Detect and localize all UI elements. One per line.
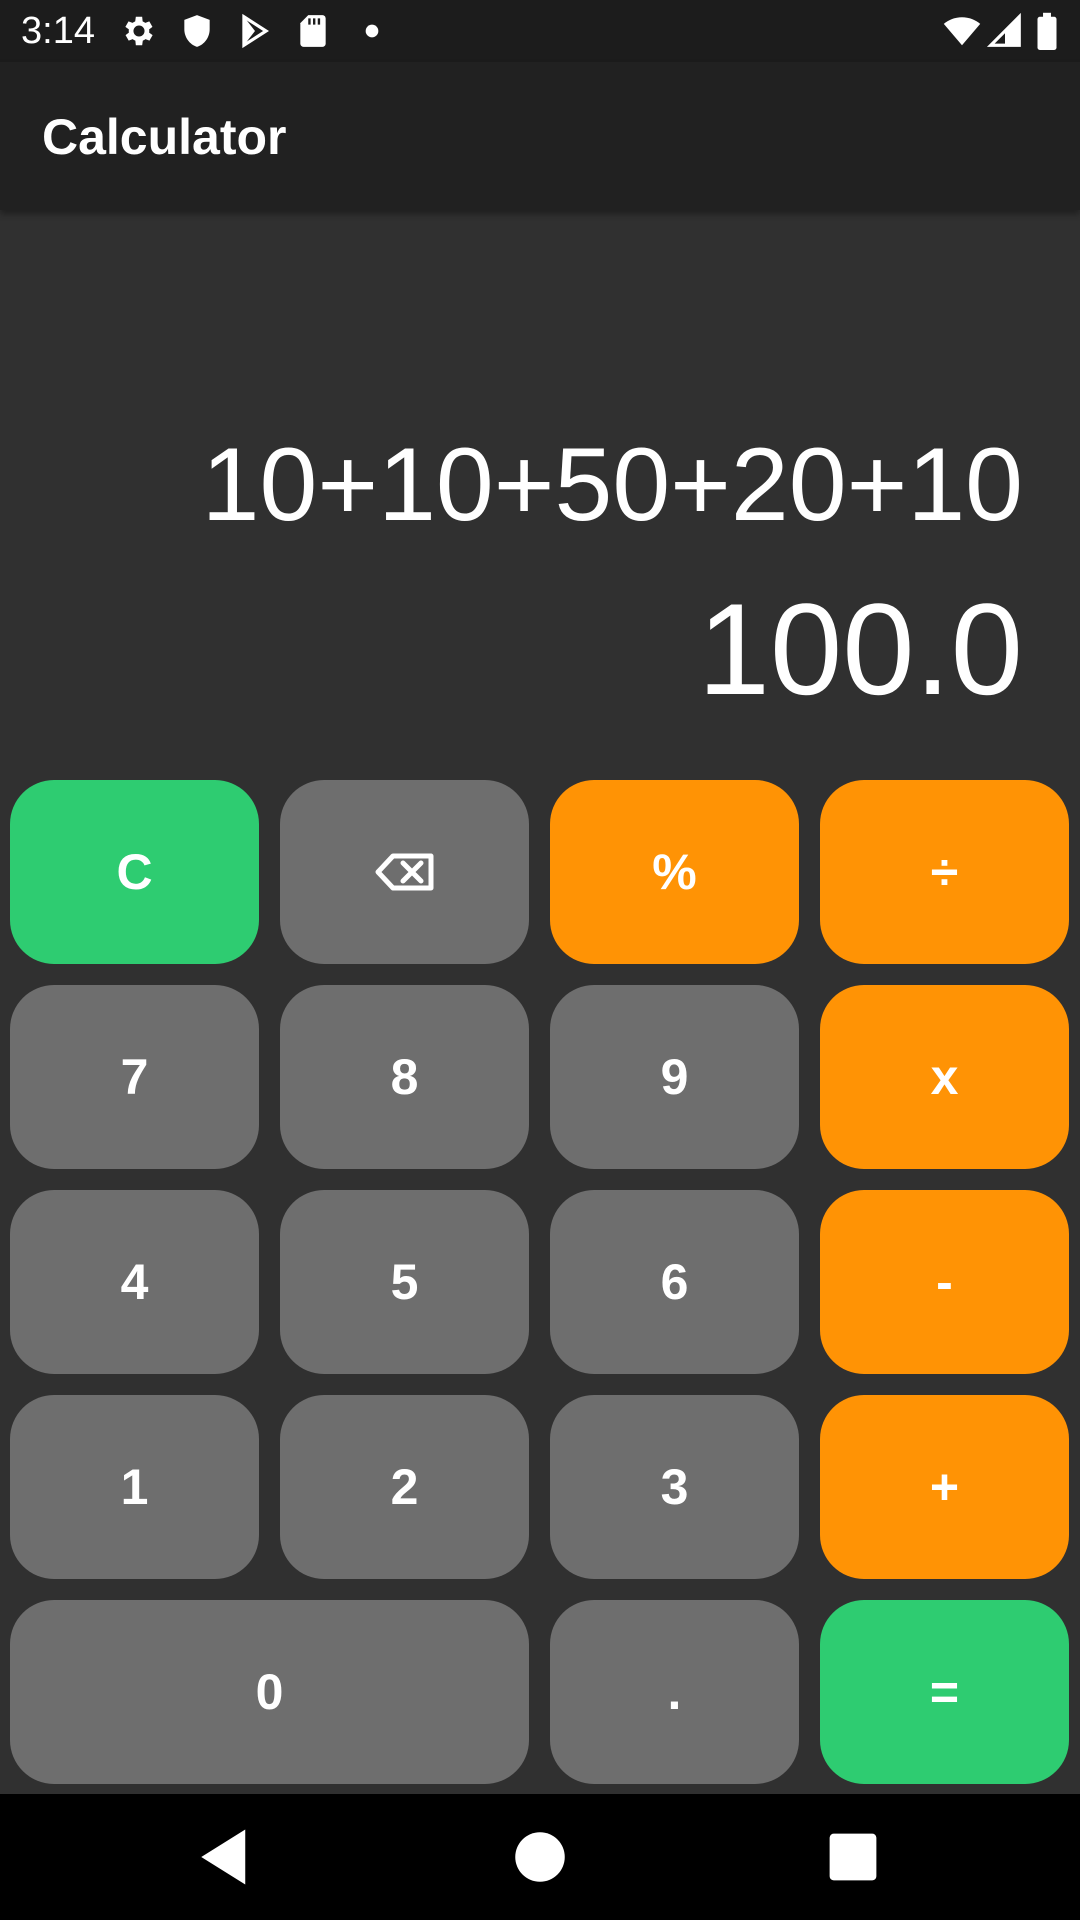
multiply-button[interactable]: x (820, 985, 1069, 1169)
add-button[interactable]: + (820, 1395, 1069, 1579)
divide-label: ÷ (930, 844, 959, 900)
signal-icon (986, 12, 1024, 50)
one-button[interactable]: 1 (10, 1395, 259, 1579)
two-button[interactable]: 2 (280, 1395, 529, 1579)
divide-button[interactable]: ÷ (820, 780, 1069, 964)
status-time: 3:14 (21, 10, 95, 52)
gear-icon (120, 12, 158, 50)
nine-button[interactable]: 9 (550, 985, 799, 1169)
battery-icon (1030, 12, 1064, 50)
equals-button[interactable]: = (820, 1600, 1069, 1784)
eight-label: 8 (390, 1049, 419, 1105)
percent-button[interactable]: % (550, 780, 799, 964)
backspace-button[interactable] (280, 780, 529, 964)
subtract-label: - (936, 1254, 953, 1310)
subtract-button[interactable]: - (820, 1190, 1069, 1374)
seven-button[interactable]: 7 (10, 985, 259, 1169)
navigation-bar (0, 1794, 1080, 1920)
add-label: + (929, 1459, 960, 1515)
three-button[interactable]: 3 (550, 1395, 799, 1579)
six-button[interactable]: 6 (550, 1190, 799, 1374)
five-button[interactable]: 5 (280, 1190, 529, 1374)
clear-label: C (116, 844, 153, 900)
six-label: 6 (660, 1254, 689, 1310)
zero-button[interactable]: 0 (10, 1600, 529, 1784)
decimal-label: . (667, 1664, 682, 1720)
seven-label: 7 (120, 1049, 149, 1105)
zero-label: 0 (255, 1664, 284, 1720)
percent-label: % (652, 844, 697, 900)
one-label: 1 (120, 1459, 149, 1515)
decimal-button[interactable]: . (550, 1600, 799, 1784)
multiply-label: x (930, 1049, 959, 1105)
back-icon[interactable] (193, 1824, 259, 1890)
four-label: 4 (120, 1254, 149, 1310)
status-bar: 3:14 (0, 0, 1080, 62)
three-label: 3 (660, 1459, 689, 1515)
four-button[interactable]: 4 (10, 1190, 259, 1374)
sd-card-icon (294, 12, 332, 50)
clear-button[interactable]: C (10, 780, 259, 964)
result-display: 100.0 (697, 576, 1023, 722)
home-icon[interactable] (507, 1824, 573, 1890)
calculator-screen: 3:14 Calculator 10+10+50+20+10 100.0 C %… (0, 0, 1080, 1920)
wifi-icon (940, 12, 984, 50)
app-title: Calculator (42, 109, 287, 165)
app-bar: Calculator (0, 62, 1080, 210)
expression-display: 10+10+50+20+10 (201, 427, 1023, 543)
five-label: 5 (390, 1254, 419, 1310)
equals-label: = (929, 1664, 960, 1720)
shield-icon (178, 12, 216, 50)
nine-label: 9 (660, 1049, 689, 1105)
eight-button[interactable]: 8 (280, 985, 529, 1169)
dot-icon (362, 12, 382, 50)
backspace-icon (375, 852, 435, 892)
recents-icon[interactable] (820, 1824, 886, 1890)
two-label: 2 (390, 1459, 419, 1515)
play-store-icon (236, 12, 274, 50)
